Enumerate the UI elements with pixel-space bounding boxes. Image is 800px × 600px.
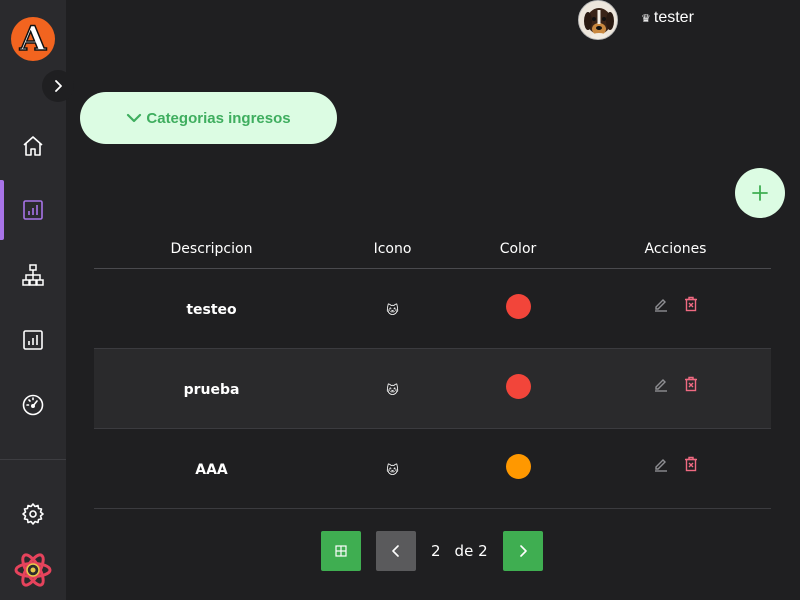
user-menu[interactable]: ♛ tester: [641, 8, 694, 28]
dog-avatar-image: [579, 1, 617, 39]
edit-button[interactable]: [652, 375, 670, 393]
delete-icon: [684, 296, 697, 311]
sidebar-item-analytics[interactable]: [0, 180, 66, 240]
bar-chart-icon: [23, 200, 43, 220]
table-header: Descripcion Icono Color Acciones: [94, 230, 771, 269]
row-description: prueba: [183, 381, 240, 398]
table-row: testeo 🐱: [94, 269, 771, 349]
add-category-button[interactable]: [735, 168, 785, 218]
sidebar-expand-button[interactable]: [42, 70, 74, 102]
crown-icon: ♛: [641, 12, 651, 25]
sidebar-item-home[interactable]: [0, 116, 66, 176]
color-swatch: [505, 374, 531, 399]
color-swatch: [505, 454, 531, 479]
delete-button[interactable]: [682, 295, 700, 313]
speedometer-icon: [22, 394, 44, 416]
delete-button[interactable]: [682, 455, 700, 473]
sidebar-item-hierarchy[interactable]: [0, 245, 66, 305]
header-actions: Acciones: [644, 241, 707, 257]
sidebar-item-speedometer[interactable]: [0, 375, 66, 435]
sidebar: A: [0, 0, 74, 600]
edit-button[interactable]: [652, 455, 670, 473]
current-page: 2: [431, 542, 441, 560]
cat-face-icon: 🐱: [386, 463, 399, 477]
sidebar-divider: [0, 459, 66, 460]
sidebar-item-settings[interactable]: [0, 484, 66, 544]
header-icon: Icono: [373, 241, 412, 257]
delete-icon: [684, 376, 697, 391]
categories-table: Descripcion Icono Color Acciones testeo …: [94, 230, 771, 509]
react-atom-icon: [14, 553, 52, 587]
row-description: AAA: [195, 461, 228, 478]
chevron-right-icon: [519, 545, 527, 557]
edit-icon: [654, 378, 667, 392]
edit-icon: [654, 458, 667, 472]
app-root: A ♛ tester Categorias ingresos Descripci…: [0, 0, 800, 600]
home-icon: [23, 136, 43, 156]
sitemap-icon: [22, 264, 44, 286]
delete-button[interactable]: [682, 375, 700, 393]
gear-icon: [22, 503, 44, 525]
report-chart-icon: [23, 330, 43, 350]
logo-letter: A: [19, 19, 47, 59]
cat-face-icon: 🐱: [386, 303, 399, 317]
edit-button[interactable]: [652, 295, 670, 313]
app-logo[interactable]: A: [11, 17, 55, 61]
avatar[interactable]: [578, 0, 618, 40]
username-label: tester: [653, 9, 694, 26]
delete-icon: [684, 456, 697, 471]
header-description: Descripcion: [170, 241, 253, 257]
category-dropdown-label: Categorias ingresos: [146, 109, 291, 127]
plus-icon: [752, 185, 768, 201]
grid-view-button[interactable]: [321, 531, 361, 571]
chevron-right-icon: [55, 80, 62, 92]
row-description: testeo: [186, 301, 237, 318]
sidebar-item-report[interactable]: [0, 310, 66, 370]
previous-page-button[interactable]: [376, 531, 416, 571]
edit-icon: [654, 298, 667, 312]
table-row: AAA 🐱: [94, 429, 771, 509]
pagination: 2 de 2: [321, 531, 543, 571]
sidebar-item-bottom[interactable]: [0, 540, 66, 600]
chevron-left-icon: [392, 545, 399, 557]
grid-icon: [335, 545, 347, 557]
next-page-button[interactable]: [502, 531, 543, 571]
cat-face-icon: 🐱: [386, 383, 399, 397]
category-dropdown-button[interactable]: Categorias ingresos: [80, 92, 337, 144]
table-row: prueba 🐱: [94, 349, 771, 429]
chevron-down-icon: [127, 113, 142, 123]
total-pages: de 2: [454, 542, 488, 560]
header-color: Color: [499, 241, 537, 257]
color-swatch: [505, 294, 531, 319]
